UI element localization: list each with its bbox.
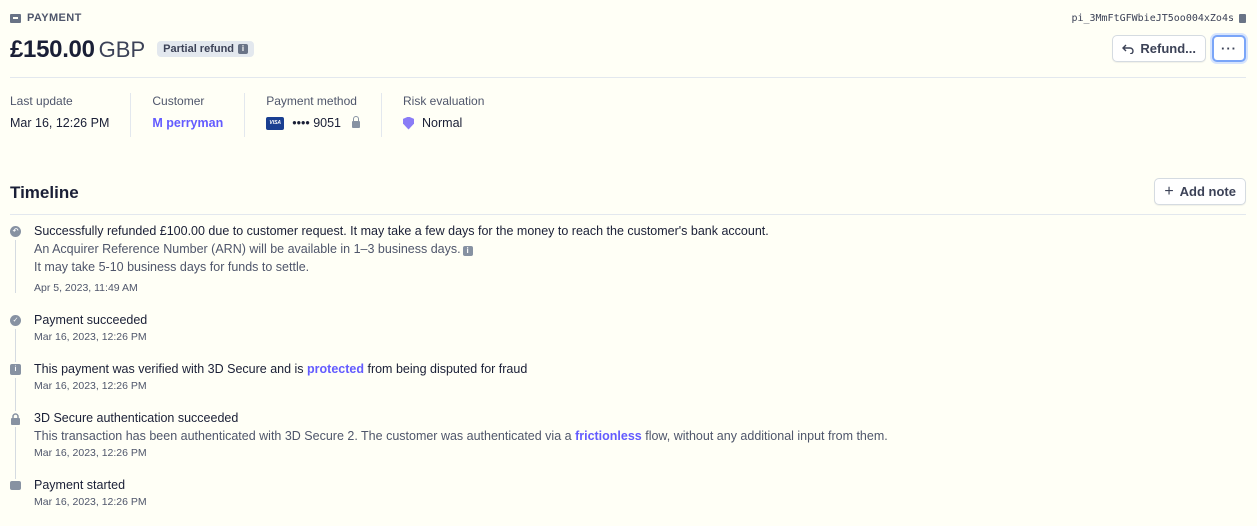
- undo-arrow-icon: [1122, 44, 1135, 54]
- timeline-event-refund: ↶ Successfully refunded £100.00 due to c…: [10, 223, 1246, 295]
- last-update-value: Mar 16, 12:26 PM: [10, 116, 110, 130]
- payment-amount: £150.00: [10, 36, 95, 63]
- payment-method-label: Payment method: [266, 94, 357, 108]
- object-kind-label: PAYMENT: [27, 12, 82, 24]
- event-text: Payment started: [34, 478, 126, 492]
- visa-card-icon: VISA: [266, 116, 285, 130]
- payment-card-icon: [10, 13, 21, 23]
- summary-last-update: Last update Mar 16, 12:26 PM: [10, 93, 130, 137]
- payment-id-text: pi_3MmFtGFWbieJT5oo004xZo4s: [1071, 13, 1234, 24]
- payment-page: PAYMENT £150.00 GBP Partial refund i pi_…: [10, 0, 1246, 508]
- timeline-event-succeeded: ✓ Payment succeeded Mar 16, 2023, 12:26 …: [10, 312, 1246, 344]
- event-subtext-settle: It may take 5-10 business days for funds…: [34, 260, 310, 274]
- payment-currency: GBP: [98, 37, 146, 62]
- more-options-button[interactable]: ···: [1212, 35, 1246, 62]
- timeline-event-3ds-verified: i This payment was verified with 3D Secu…: [10, 361, 1246, 393]
- add-note-label: Add note: [1179, 184, 1236, 199]
- event-date: Mar 16, 2023, 12:26 PM: [34, 496, 147, 508]
- summary-payment-method: Payment method VISA •••• 9051: [244, 93, 381, 137]
- amount-row: £150.00 GBP Partial refund i: [10, 36, 255, 64]
- last-update-label: Last update: [10, 94, 73, 108]
- payment-id[interactable]: pi_3MmFtGFWbieJT5oo004xZo4s: [1071, 13, 1246, 24]
- refund-button-label: Refund...: [1140, 41, 1196, 56]
- status-badge[interactable]: Partial refund i: [157, 41, 255, 57]
- info-icon: i: [238, 44, 249, 54]
- event-text: Payment succeeded: [34, 313, 148, 327]
- info-icon: i: [10, 364, 21, 375]
- event-date: Mar 16, 2023, 12:26 PM: [34, 331, 147, 343]
- protected-link[interactable]: protected: [307, 362, 364, 376]
- timeline-header: Timeline + Add note: [10, 178, 1246, 215]
- checkmark-icon: ✓: [10, 315, 21, 326]
- payment-card-icon: [10, 481, 21, 490]
- refund-icon: ↶: [10, 226, 21, 237]
- frictionless-link[interactable]: frictionless: [575, 429, 642, 443]
- event-subtext: This transaction has been authenticated …: [34, 429, 888, 443]
- customer-label: Customer: [152, 94, 205, 108]
- event-text: Successfully refunded £100.00 due to cus…: [34, 224, 769, 238]
- plus-icon: +: [1164, 182, 1174, 200]
- event-text: 3D Secure authentication succeeded: [34, 411, 239, 425]
- timeline-event-3ds-auth: 3D Secure authentication succeeded This …: [10, 410, 1246, 460]
- risk-value[interactable]: Normal: [422, 116, 462, 130]
- more-icon: ···: [1221, 41, 1237, 56]
- customer-link[interactable]: M perryman: [152, 116, 223, 130]
- refund-button[interactable]: Refund...: [1112, 35, 1206, 62]
- event-date: Apr 5, 2023, 11:49 AM: [34, 282, 138, 294]
- payment-header: PAYMENT £150.00 GBP Partial refund i pi_…: [10, 0, 1246, 78]
- payment-summary: Last update Mar 16, 12:26 PM Customer M …: [10, 93, 505, 137]
- object-kind: PAYMENT: [10, 12, 82, 24]
- event-text: This payment was verified with 3D Secure…: [34, 362, 528, 376]
- card-last4: •••• 9051: [292, 116, 342, 130]
- summary-customer: Customer M perryman: [130, 93, 244, 137]
- header-actions: Refund... ···: [1112, 35, 1246, 62]
- event-date: Mar 16, 2023, 12:26 PM: [34, 380, 147, 392]
- lock-icon: [352, 116, 361, 128]
- event-subtext: An Acquirer Reference Number (ARN) will …: [34, 240, 1246, 258]
- timeline-title: Timeline: [10, 183, 79, 202]
- add-note-button[interactable]: + Add note: [1154, 178, 1246, 205]
- info-icon[interactable]: i: [462, 246, 473, 256]
- event-date: Mar 16, 2023, 12:26 PM: [34, 447, 147, 459]
- lock-icon: [10, 413, 21, 425]
- timeline-event-started: Payment started Mar 16, 2023, 12:26 PM: [10, 477, 1246, 509]
- status-badge-label: Partial refund: [163, 43, 235, 55]
- clipboard-icon[interactable]: [1239, 14, 1246, 23]
- risk-label: Risk evaluation: [403, 94, 485, 108]
- shield-icon: [403, 116, 415, 130]
- summary-risk: Risk evaluation Normal: [381, 93, 505, 137]
